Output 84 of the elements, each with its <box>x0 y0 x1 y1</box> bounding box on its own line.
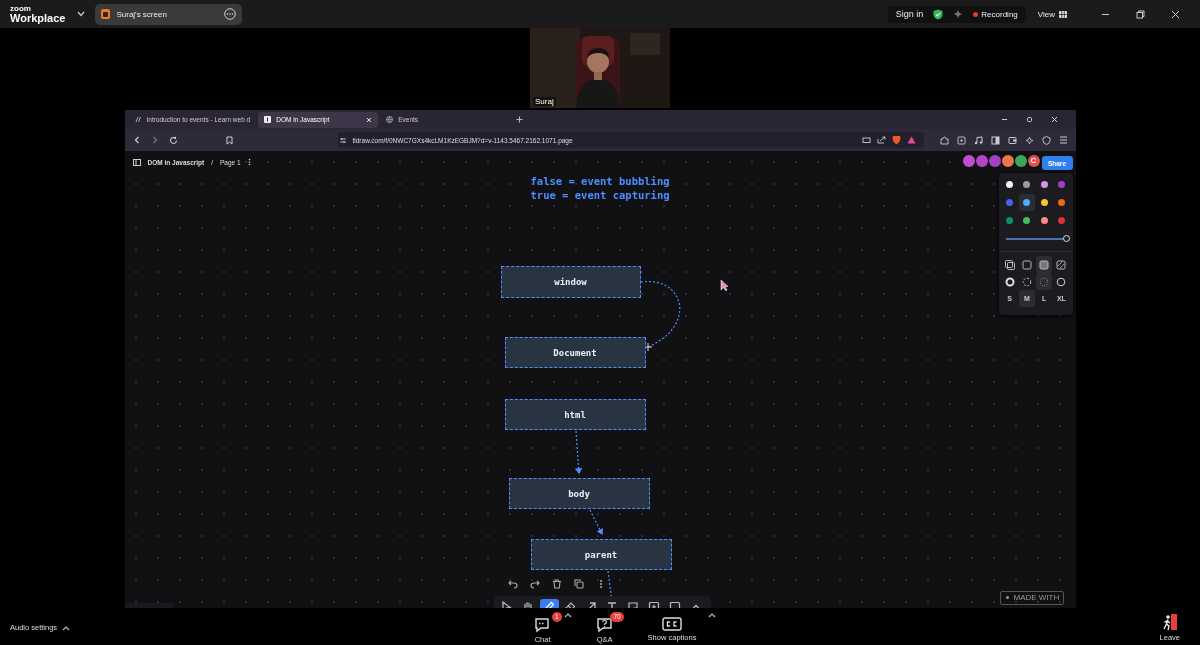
diagram-node: html <box>504 399 646 430</box>
forward-icon[interactable] <box>150 136 159 144</box>
fill-semi-icon <box>1021 259 1032 270</box>
dash-dashed-icon <box>1021 276 1032 287</box>
shield-icon[interactable] <box>1041 135 1051 145</box>
logo-text: Workplace <box>10 12 66 24</box>
more-icon[interactable] <box>224 8 237 20</box>
logo-text: zoom <box>10 4 32 13</box>
dashed-arrow <box>588 509 603 536</box>
participant-name: Suraj <box>533 97 556 106</box>
sidebar-icon[interactable] <box>132 158 141 166</box>
quick-action-button[interactable] <box>572 576 585 592</box>
grid-icon <box>1059 10 1067 18</box>
sparkle-icon[interactable] <box>953 9 964 19</box>
collaborator-avatar[interactable]: C <box>1027 155 1040 167</box>
music-icon[interactable] <box>973 135 983 145</box>
dash-dotted-icon <box>1039 276 1050 287</box>
sign-in-link[interactable]: Sign in <box>895 9 924 19</box>
fill-none-icon <box>1004 259 1015 270</box>
triangle-icon[interactable] <box>906 136 916 144</box>
close-icon[interactable] <box>1050 116 1058 123</box>
menu-icon[interactable] <box>1058 136 1068 144</box>
collaborator-avatar[interactable] <box>962 155 975 167</box>
collaborator-avatar[interactable] <box>975 155 988 167</box>
share-label: Suraj's screen <box>116 9 168 19</box>
chat-icon <box>533 616 552 633</box>
tab-favicon-icon <box>134 116 142 123</box>
new-tab-icon[interactable] <box>516 116 524 123</box>
site-settings-icon[interactable] <box>338 136 347 144</box>
diagram-node: body <box>508 478 650 509</box>
screen-share-pill[interactable]: Suraj's screen <box>95 3 243 25</box>
recording-label: Recording <box>981 9 1018 19</box>
trash-icon <box>551 579 562 589</box>
collaborator-avatar[interactable] <box>1014 155 1027 167</box>
bookmark-icon[interactable] <box>225 135 233 145</box>
app-icon <box>101 9 111 19</box>
quick-action-button[interactable] <box>550 576 563 592</box>
sparkle-icon[interactable] <box>1024 135 1034 145</box>
caret-icon[interactable] <box>708 611 717 618</box>
shield-check-icon <box>933 8 944 20</box>
fill-solid-icon <box>1039 259 1050 270</box>
dashed-connector <box>639 281 680 348</box>
more-icon[interactable] <box>247 158 251 166</box>
exit-door-icon <box>1160 613 1179 631</box>
restore-icon[interactable] <box>1025 116 1033 123</box>
collaborator-avatar[interactable] <box>988 155 1001 167</box>
undo-icon <box>507 579 518 589</box>
recording-dot-icon <box>973 11 979 17</box>
handwritten-note: false = event bubbling <box>530 174 670 188</box>
duplicate-icon <box>573 579 584 589</box>
color-swatch[interactable] <box>1018 194 1035 211</box>
question-bubble-icon <box>595 616 614 633</box>
badge-label: MADE WITH <box>1013 593 1060 602</box>
reload-icon[interactable] <box>168 135 178 145</box>
diagram-node: window <box>500 266 641 298</box>
more-icon <box>598 579 603 589</box>
diagram-node: Document <box>504 337 646 368</box>
diagram-node: parent <box>530 539 672 570</box>
tab-favicon-icon <box>264 116 272 123</box>
crosshair-cursor-icon <box>643 342 652 352</box>
handwritten-note: true = event capturing <box>530 188 670 202</box>
chevron-down-icon[interactable] <box>77 11 86 17</box>
redo-icon <box>529 579 540 589</box>
globe-icon <box>386 116 394 123</box>
close-icon[interactable] <box>366 116 373 123</box>
sidebar-icon[interactable] <box>990 135 1000 145</box>
mouse-cursor-icon <box>720 279 728 292</box>
cast-icon[interactable] <box>861 136 871 144</box>
fill-style-button[interactable] <box>1036 256 1053 273</box>
minimize-icon[interactable] <box>1000 116 1008 123</box>
closed-captions-icon <box>662 616 682 631</box>
dash-draw-icon <box>1004 276 1015 287</box>
close-icon[interactable] <box>1171 9 1180 19</box>
made-with-badge[interactable]: MADE WITH <box>999 591 1065 605</box>
dashed-arrow <box>574 430 582 475</box>
caret-icon[interactable] <box>563 611 572 618</box>
share-icon[interactable] <box>876 136 886 144</box>
fill-pattern-icon <box>1056 259 1067 270</box>
back-icon[interactable] <box>132 136 141 144</box>
restore-icon[interactable] <box>1136 9 1145 19</box>
dash-solid-icon <box>1056 276 1067 287</box>
view-button[interactable]: View <box>1037 9 1055 19</box>
caret-icon[interactable] <box>62 624 71 631</box>
collaborator-avatar[interactable] <box>1001 155 1014 167</box>
